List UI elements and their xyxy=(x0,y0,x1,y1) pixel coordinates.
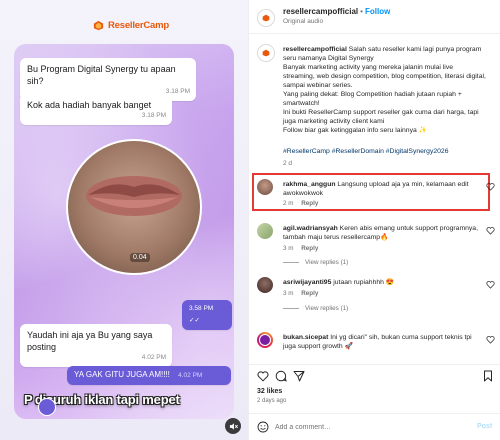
brand-name: ResellerCamp xyxy=(108,20,169,31)
reply-button[interactable]: Reply xyxy=(301,290,318,297)
avatar[interactable] xyxy=(257,277,273,293)
reply-button[interactable]: Reply xyxy=(301,200,318,207)
avatar[interactable] xyxy=(257,9,275,27)
chat-message-time: 4.02 PM xyxy=(178,372,203,379)
likes-count[interactable]: 32 likes xyxy=(257,388,282,395)
heart-icon[interactable] xyxy=(486,226,495,235)
chat-bubble: Yaudah ini aja ya Bu yang saya posting 4… xyxy=(20,324,172,367)
heart-icon[interactable] xyxy=(486,280,495,289)
comment-text: bukan.sicepat Ini yg dicari" sih, bukan … xyxy=(283,333,479,351)
avatar[interactable] xyxy=(257,179,273,195)
caption-line: smartwatch! xyxy=(283,100,320,107)
post-timestamp: 2 d xyxy=(283,160,293,167)
emoji-icon[interactable] xyxy=(257,421,269,433)
comment-time: 2 m xyxy=(283,200,294,207)
comment-composer: Post xyxy=(249,413,500,440)
video-sent-time: 3.58 PM ✓✓ xyxy=(182,300,232,330)
chat-message-text: Bu Program Digital Synergy tu apaan sih? xyxy=(27,64,176,86)
video-note: 0.04 xyxy=(66,139,202,275)
reply-button[interactable]: Reply xyxy=(301,245,318,252)
video-sent-time-text: 3.58 PM xyxy=(189,305,214,312)
post-header: resellercampofficial • Follow Original aud… xyxy=(249,0,500,34)
hashtag-links[interactable]: #ResellerCamp #ResellerDomain #DigitalSy… xyxy=(283,148,448,155)
action-bar xyxy=(249,364,500,384)
comment-username[interactable]: asriwijayanti95 xyxy=(283,279,331,286)
brand-avatar-icon xyxy=(262,49,270,57)
comments-scroll-area[interactable]: resellercampofficial Salah satu reseller… xyxy=(249,35,500,362)
read-check-icon: ✓✓ xyxy=(189,317,200,324)
comment-username[interactable]: rakhma_anggun xyxy=(283,181,336,188)
comment-time: 3 m xyxy=(283,245,294,252)
caption-line: sampai webinar series. xyxy=(283,82,353,89)
chat-message-time: 3.18 PM xyxy=(141,112,166,119)
audio-link[interactable]: Original audio xyxy=(283,18,323,25)
chat-bubble: Kok ada hadiah banyak banget 3.18 PM xyxy=(20,94,172,125)
chat-message-text: YA GAK GITU JUGA AM!!!! xyxy=(74,370,170,379)
chat-screenshot: Bu Program Digital Synergy tu apaan sih?… xyxy=(14,44,234,419)
view-replies-button[interactable]: View replies (1) xyxy=(283,305,348,312)
caption-line: Salah satu reseller kami lagi punya prog… xyxy=(348,46,482,53)
comment-text: rakhma_anggun Langsung upload aja ya min… xyxy=(283,180,479,198)
brand-avatar-icon xyxy=(262,14,270,22)
comment-text: agil.wadriansyah Keren abis emang untuk … xyxy=(283,224,479,242)
view-replies-label: View replies (1) xyxy=(305,305,349,312)
chat-message-time: 4.02 PM xyxy=(141,354,166,361)
caption-line: Ini bukti ResellerCamp support reseller … xyxy=(283,109,479,116)
brand-logo: ResellerCamp xyxy=(93,20,169,31)
follow-button[interactable]: Follow xyxy=(365,7,390,16)
comment-icon[interactable] xyxy=(275,370,287,382)
video-duration: 0.04 xyxy=(130,253,150,262)
header-username-row: resellercampofficial • Follow xyxy=(283,7,390,16)
bookmark-icon[interactable] xyxy=(482,370,494,382)
chat-message-text: Kok ada hadiah banyak banget xyxy=(27,100,152,110)
comment-meta: 3 m Reply xyxy=(283,290,318,297)
caption-line: Follow biar gak ketinggalan info seru la… xyxy=(283,127,428,134)
comment-input[interactable] xyxy=(275,420,465,434)
comment-username[interactable]: agil.wadriansyah xyxy=(283,225,338,232)
avatar[interactable] xyxy=(257,332,273,348)
comment-time: 3 m xyxy=(283,290,294,297)
caption-line: Banyak marketing activity yang mereka ja… xyxy=(283,64,453,71)
view-replies-button[interactable]: View replies (1) xyxy=(283,259,348,266)
avatar[interactable] xyxy=(257,44,275,62)
post-caption: resellercampofficial Salah satu reseller… xyxy=(283,45,495,135)
chat-bubble-sent: YA GAK GITU JUGA AM!!!! 4.02 PM xyxy=(67,366,231,385)
caption-line: Yang paling dekat: Blog Competition hadi… xyxy=(283,91,462,98)
comment-meta: 2 m Reply xyxy=(283,200,318,207)
caption-line: juga marketing activity client kami xyxy=(283,118,385,125)
post-comment-button[interactable]: Post xyxy=(477,423,492,430)
post-side-panel: resellercampofficial • Follow Original aud… xyxy=(248,0,500,440)
heart-icon[interactable] xyxy=(257,370,269,382)
replies-divider xyxy=(283,262,299,263)
share-icon[interactable] xyxy=(293,370,305,382)
caption-avatar xyxy=(38,398,56,416)
comment-body: jutaan rupiahhhh 😍 xyxy=(333,279,395,286)
caption-line: seru namanya Digital Synergy xyxy=(283,55,374,62)
author-username[interactable]: resellercampofficial xyxy=(283,7,358,16)
comment-meta: 3 m Reply xyxy=(283,245,318,252)
speaker-muted-icon xyxy=(229,422,238,430)
avatar[interactable] xyxy=(257,223,273,239)
post-date: 2 days ago xyxy=(257,398,287,404)
brand-mark-icon xyxy=(93,20,104,31)
heart-icon[interactable] xyxy=(486,335,495,344)
chat-message-text: Yaudah ini aja ya Bu yang saya posting xyxy=(27,330,153,352)
replies-divider xyxy=(283,308,299,309)
comment-username[interactable]: bukan.sicepat xyxy=(283,334,328,341)
separator-dot: • xyxy=(360,7,363,16)
comment-text: asriwijayanti95 jutaan rupiahhhh 😍 xyxy=(283,278,479,287)
caption-line: streaming, web design competition, blog … xyxy=(283,73,486,80)
reel-media-panel[interactable]: ResellerCamp Bu Program Digital Synergy … xyxy=(0,0,248,440)
mute-button[interactable] xyxy=(225,418,241,434)
heart-icon[interactable] xyxy=(486,182,495,191)
view-replies-label: View replies (1) xyxy=(305,259,349,266)
lips-image xyxy=(86,176,182,216)
caption-username[interactable]: resellercampofficial xyxy=(283,46,347,53)
